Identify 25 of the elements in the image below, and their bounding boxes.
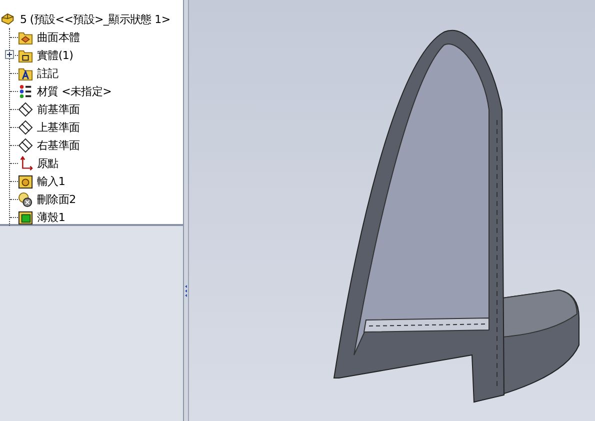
tree-item[interactable]: 前基準面 [37, 102, 80, 116]
delete-face-icon [18, 192, 33, 206]
annotation-folder-icon [18, 66, 33, 80]
plane-icon [18, 138, 33, 152]
tree-item[interactable]: 輸入1 [37, 174, 66, 188]
material-icon [18, 84, 33, 98]
tree-item[interactable]: 材質 <未指定> [37, 84, 112, 98]
tree-item[interactable]: 實體(1) [37, 48, 74, 62]
folder-icon [18, 48, 33, 62]
tree-item[interactable]: 註記 [37, 66, 58, 80]
part-icon [1, 12, 16, 26]
import-icon [18, 174, 33, 188]
expand-icon[interactable] [5, 50, 14, 59]
tree-item[interactable]: 5 (預設<<預設>_顯示狀態 1> [20, 12, 170, 26]
tree-item[interactable]: 上基準面 [37, 120, 80, 134]
tree-item[interactable]: 薄殼1 [37, 210, 66, 224]
tree-item[interactable]: 右基準面 [37, 138, 80, 152]
origin-icon [18, 156, 33, 170]
folder-icon [18, 30, 33, 44]
tree-item[interactable]: 曲面本體 [37, 30, 80, 44]
tree-item[interactable]: 刪除面2 [37, 192, 76, 206]
plane-icon [18, 102, 33, 116]
plane-icon [18, 120, 33, 134]
tree-item[interactable]: 原點 [37, 156, 58, 170]
shell-icon [18, 210, 33, 224]
